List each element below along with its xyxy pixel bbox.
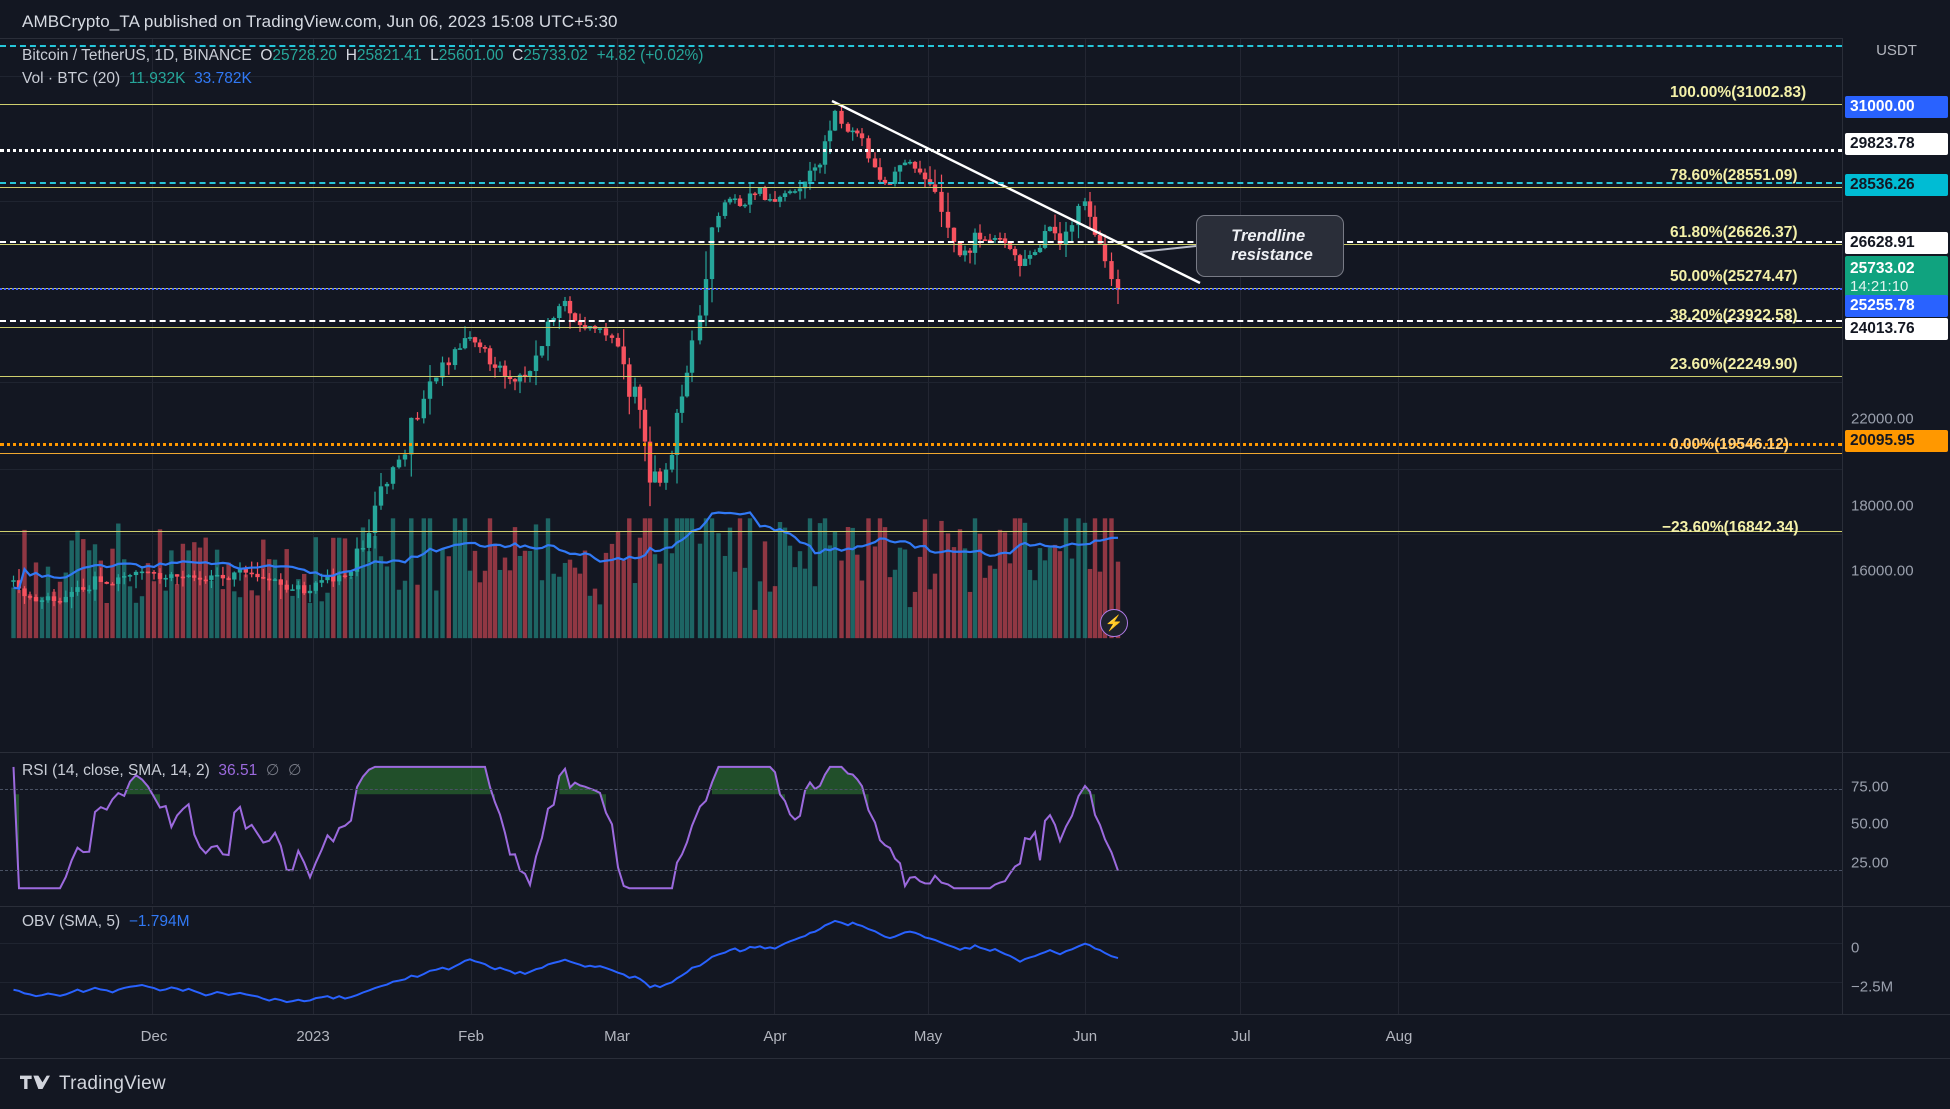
- trendline-resistance-line[interactable]: [0, 39, 1842, 748]
- fib-label-neg23: −23.60%(16842.34): [1662, 519, 1799, 536]
- time-label: Dec: [140, 1028, 168, 1045]
- rsi-oversold-line: [0, 870, 1842, 871]
- rsi-axis-tick: 25.00: [1851, 854, 1889, 872]
- cyan-badge[interactable]: 28536.26: [1845, 174, 1948, 196]
- fib-label-61: 61.80%(26626.37): [1670, 224, 1798, 241]
- white-dotted-line: [0, 149, 1842, 152]
- tradingview-logo-icon: [20, 1075, 50, 1089]
- time-label: Jul: [1231, 1028, 1251, 1045]
- obv-pane-inner: [0, 907, 1842, 1014]
- white-dashed-line-38: [0, 320, 1842, 322]
- white-dashed-line-61: [0, 241, 1842, 243]
- time-axis[interactable]: Dec 2023 Feb Mar Apr May Jun Jul Aug: [0, 1014, 1950, 1058]
- white-badge-3[interactable]: 24013.76: [1845, 318, 1948, 340]
- orange-dotted-line-0: [0, 443, 1842, 446]
- time-label: 2023: [296, 1028, 330, 1045]
- time-label: May: [913, 1028, 943, 1045]
- rsi-title: RSI (14, close, SMA, 14, 2): [22, 762, 210, 779]
- price-axis-currency: USDT: [1876, 42, 1917, 59]
- bottom-bar: TradingView: [0, 1058, 1950, 1109]
- price-pane-inner: 100.00%(31002.83) 78.60%(28551.09) 61.80…: [0, 39, 1842, 748]
- time-label: Feb: [458, 1028, 484, 1045]
- fib-label-0: 0.00%(19546.12): [1670, 436, 1789, 453]
- blue-dotted-line-50: [0, 288, 1842, 290]
- fib-line-100: [0, 104, 1842, 105]
- time-label: Jun: [1072, 1028, 1098, 1045]
- last-price-badge[interactable]: 25733.02 14:21:10: [1845, 255, 1948, 301]
- open-label: O: [260, 47, 273, 64]
- time-label: Mar: [604, 1028, 630, 1045]
- trendline-resistance-callout[interactable]: Trendline resistance: [1196, 215, 1344, 277]
- white-badge-2[interactable]: 26628.91: [1845, 232, 1948, 254]
- axis-tick: 18000.00: [1851, 497, 1914, 515]
- price-axis[interactable]: USDT 32000.00 28000.00 22000.00 18000.00…: [1842, 38, 1950, 1014]
- obv-title: OBV (SMA, 5): [22, 913, 121, 930]
- trendline-callout-line1: Trendline: [1231, 226, 1306, 245]
- fib-line-61: [0, 244, 1842, 245]
- fib-100-badge[interactable]: 31000.00: [1845, 96, 1948, 118]
- high-badge[interactable]: 29823.78: [1845, 133, 1948, 155]
- close-value: 25733.02: [523, 47, 588, 64]
- cyan-dashed-line-78: [0, 182, 1842, 184]
- price-pane[interactable]: 100.00%(31002.83) 78.60%(28551.09) 61.80…: [0, 38, 1842, 748]
- fib-line-78: [0, 187, 1842, 188]
- rsi-extra-1: ∅: [265, 762, 280, 779]
- fib-label-100: 100.00%(31002.83): [1670, 84, 1807, 101]
- obv-value: −1.794M: [128, 913, 190, 930]
- obv-series: [13, 919, 1119, 1004]
- high-value: 25821.41: [356, 47, 422, 64]
- tradingview-logo[interactable]: TradingView: [20, 1073, 166, 1095]
- bolt-icon[interactable]: ⚡: [1100, 609, 1128, 637]
- fib-line-0: [0, 453, 1842, 454]
- time-label: Apr: [763, 1028, 787, 1045]
- last-price-value: 25733.02: [1850, 259, 1915, 277]
- rsi-extra-2: ∅: [287, 762, 302, 779]
- axis-separator-obv: [1843, 906, 1950, 907]
- tradingview-chart-screenshot: AMBCrypto_TA published on TradingView.co…: [0, 0, 1950, 1109]
- publisher-line: AMBCrypto_TA published on TradingView.co…: [22, 12, 618, 31]
- close-label: C: [512, 47, 524, 64]
- fib-label-78: 78.60%(28551.09): [1670, 167, 1798, 184]
- volume-legend[interactable]: Vol · BTC (20) 11.932K 33.782K: [22, 70, 252, 88]
- low-value: 25601.00: [438, 47, 504, 64]
- fib-0-badge[interactable]: 20095.95: [1845, 430, 1948, 452]
- change-value: +4.82 (+0.02%): [596, 47, 704, 64]
- open-value: 25728.20: [272, 47, 338, 64]
- fib-line-23: [0, 376, 1842, 377]
- trendline-callout-line2: resistance: [1231, 246, 1313, 264]
- fib-label-50: 50.00%(25274.47): [1670, 268, 1798, 285]
- obv-axis-tick: −2.5M: [1851, 978, 1894, 996]
- axis-tick: 16000.00: [1851, 562, 1914, 580]
- price-legend[interactable]: Bitcoin / TetherUS, 1D, BINANCE O25728.2…: [22, 47, 703, 65]
- high-label: H: [345, 47, 357, 64]
- rsi-legend[interactable]: RSI (14, close, SMA, 14, 2) 36.51 ∅ ∅: [22, 761, 302, 780]
- fib-label-38: 38.20%(23922.58): [1670, 307, 1798, 324]
- obv-pane[interactable]: OBV (SMA, 5) −1.794M: [0, 906, 1842, 1014]
- obv-axis-tick: 0: [1851, 939, 1860, 957]
- rsi-axis-tick: 75.00: [1851, 778, 1889, 796]
- axis-tick: 22000.00: [1851, 410, 1914, 428]
- fib-label-23: 23.60%(22249.90): [1670, 356, 1798, 373]
- volume-value-1: 11.932K: [128, 70, 186, 87]
- low-label: L: [430, 47, 439, 64]
- symbol-label: Bitcoin / TetherUS, 1D, BINANCE: [22, 47, 252, 64]
- fib-line-neg23: [0, 531, 1842, 532]
- axis-separator-rsi: [1843, 752, 1950, 753]
- rsi-pane[interactable]: RSI (14, close, SMA, 14, 2) 36.51 ∅ ∅: [0, 752, 1842, 904]
- volume-value-2: 33.782K: [194, 70, 252, 87]
- obv-legend[interactable]: OBV (SMA, 5) −1.794M: [22, 913, 190, 931]
- blue-badge-2[interactable]: 25255.78: [1845, 295, 1948, 317]
- fib-line-38: [0, 327, 1842, 328]
- volume-title: Vol · BTC (20): [22, 70, 121, 87]
- rsi-axis-tick: 50.00: [1851, 815, 1889, 833]
- rsi-overbought-line: [0, 789, 1842, 790]
- time-label: Aug: [1385, 1028, 1413, 1045]
- tradingview-logo-text: TradingView: [59, 1073, 166, 1094]
- rsi-value: 36.51: [218, 762, 258, 779]
